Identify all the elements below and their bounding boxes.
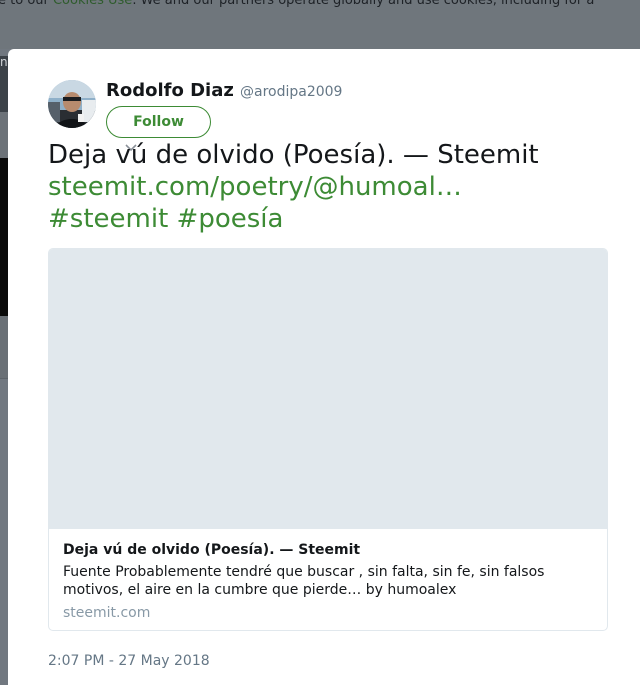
cookie-notice-bar: e to our Cookies Use. We and our partner… [0, 0, 640, 49]
tweet-timestamp[interactable]: 2:07 PM - 27 May 2018 [48, 652, 210, 670]
card-domain: steemit.com [63, 605, 151, 621]
background-media-strip [0, 158, 8, 316]
user-handle[interactable]: @arodipa2009 [240, 83, 342, 101]
tweet-text-line: Deja vú de olvido (Poesía). — Steemit [48, 140, 539, 170]
follow-button[interactable]: Follow [106, 106, 211, 138]
profile-photo-icon [48, 80, 96, 128]
user-display-name[interactable]: Rodolfo Diaz [106, 80, 234, 102]
card-title: Deja vú de olvido (Poesía). — Steemit [63, 542, 361, 558]
card-image-placeholder [49, 249, 607, 529]
link-preview-card[interactable]: Deja vú de olvido (Poesía). — Steemit Fu… [48, 248, 608, 631]
cookies-use-link[interactable]: Cookies Use [53, 0, 132, 8]
hashtag-poesia[interactable]: #poesía [177, 204, 284, 234]
background-row-strip [0, 316, 8, 379]
cookie-notice-lead: e to our [0, 0, 53, 8]
tweet-link[interactable]: steemit.com/poetry/@humoal… [48, 172, 462, 202]
avatar[interactable] [48, 80, 96, 128]
background-edge-text: n [0, 55, 8, 69]
card-description: Fuente Probablemente tendré que buscar ,… [63, 564, 545, 598]
cookie-notice-text: . We and our partners operate globally a… [132, 0, 595, 8]
background-nav-strip [0, 112, 8, 158]
hashtag-steemit[interactable]: #steemit [48, 204, 168, 234]
tweet-card: Rodolfo Diaz @arodipa2009 Follow Deja vú… [8, 49, 640, 685]
tweet-text: Deja vú de olvido (Poesía). — Steemit st… [48, 139, 608, 235]
